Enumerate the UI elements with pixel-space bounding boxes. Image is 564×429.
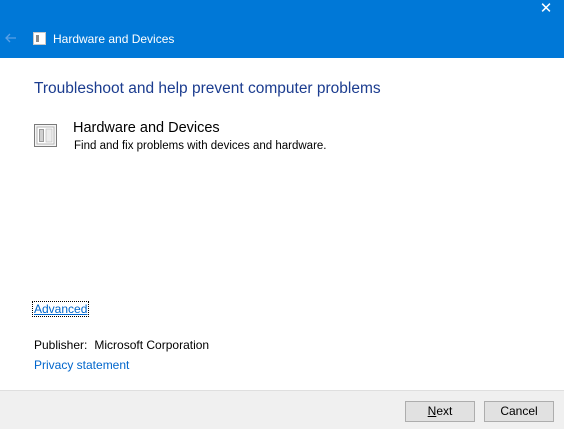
back-arrow-icon <box>5 33 16 43</box>
close-icon: ✕ <box>539 0 553 17</box>
back-button[interactable] <box>3 30 19 46</box>
privacy-statement-link[interactable]: Privacy statement <box>34 358 129 372</box>
publisher-value: Microsoft Corporation <box>94 338 210 352</box>
cancel-button[interactable]: Cancel <box>484 401 554 422</box>
hardware-devices-icon <box>33 32 46 45</box>
publisher-row: Publisher: Microsoft Corporation <box>34 338 209 352</box>
advanced-link[interactable]: Advanced <box>31 301 90 317</box>
troubleshooter-description: Find and fix problems with devices and h… <box>74 140 327 152</box>
hardware-devices-icon <box>33 123 65 148</box>
window-title: Hardware and Devices <box>53 32 175 46</box>
next-button[interactable]: Next <box>405 401 475 422</box>
publisher-label: Publisher: <box>34 338 88 352</box>
troubleshooter-title: Hardware and Devices <box>73 120 220 136</box>
close-button[interactable]: ✕ <box>528 0 564 20</box>
title-bar: ✕ Hardware and Devices <box>0 0 564 58</box>
next-label: ext <box>436 404 453 418</box>
footer-bar: Next Cancel <box>0 390 564 429</box>
page-heading: Troubleshoot and help prevent computer p… <box>34 80 381 97</box>
